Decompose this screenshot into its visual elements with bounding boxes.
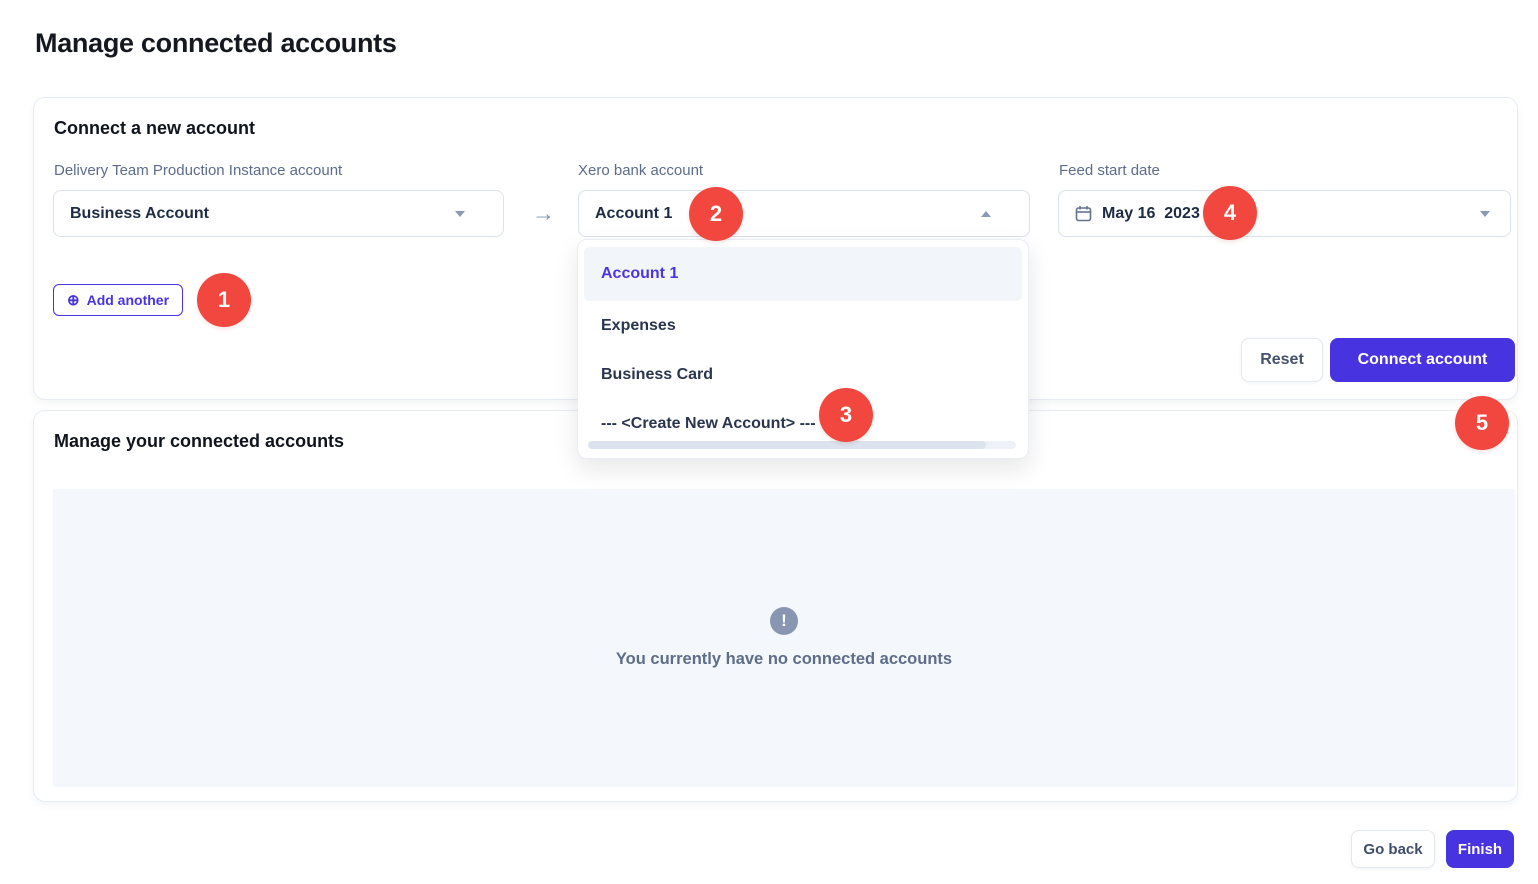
source-account-select[interactable]: Business Account	[53, 190, 504, 237]
empty-state-panel: ! You currently have no connected accoun…	[53, 489, 1515, 787]
dropdown-option-account-1[interactable]: Account 1	[584, 247, 1022, 301]
connect-card-title: Connect a new account	[54, 118, 255, 139]
source-account-value: Business Account	[70, 205, 209, 223]
go-back-button[interactable]: Go back	[1351, 830, 1435, 868]
feed-start-date-picker[interactable]: May 16 2023	[1058, 190, 1511, 237]
add-another-label: Add another	[87, 292, 169, 308]
chevron-up-icon	[981, 211, 991, 217]
dropdown-option-expenses[interactable]: Expenses	[584, 301, 1022, 350]
chevron-down-icon	[455, 211, 465, 217]
source-account-label: Delivery Team Production Instance accoun…	[54, 162, 342, 179]
xero-account-label: Xero bank account	[578, 162, 703, 179]
arrow-right-icon: →	[532, 200, 555, 227]
manage-connected-accounts-page: Manage connected accounts Connect a new …	[0, 0, 1538, 884]
xero-account-dropdown: Account 1 Expenses Business Card --- <Cr…	[577, 239, 1029, 459]
page-title: Manage connected accounts	[35, 28, 397, 59]
finish-button[interactable]: Finish	[1446, 830, 1514, 868]
step-badge-2: 2	[689, 187, 743, 241]
dropdown-scrollbar-thumb[interactable]	[588, 441, 986, 449]
circle-plus-icon: ⊕	[67, 293, 80, 308]
xero-account-select[interactable]: Account 1	[578, 190, 1030, 237]
feed-start-date-label: Feed start date	[1059, 162, 1160, 179]
chevron-down-icon	[1480, 211, 1490, 217]
connect-account-button[interactable]: Connect account	[1330, 338, 1515, 382]
step-badge-4: 4	[1203, 186, 1257, 240]
manage-accounts-card: Manage your connected accounts ! You cur…	[33, 410, 1518, 802]
step-badge-5: 5	[1455, 396, 1509, 450]
xero-account-value: Account 1	[595, 205, 672, 223]
manage-card-title: Manage your connected accounts	[54, 431, 344, 452]
dropdown-option-business-card[interactable]: Business Card	[584, 350, 1022, 399]
reset-button[interactable]: Reset	[1241, 338, 1323, 382]
calendar-icon	[1075, 205, 1092, 222]
step-badge-1: 1	[197, 273, 251, 327]
empty-state-message: You currently have no connected accounts	[616, 650, 952, 669]
dropdown-scrollbar-track[interactable]	[588, 441, 1016, 449]
feed-start-date-value: May 16 2023	[1102, 205, 1200, 223]
alert-icon: !	[770, 607, 798, 635]
step-badge-3: 3	[819, 388, 873, 442]
add-another-button[interactable]: ⊕ Add another	[53, 284, 183, 316]
